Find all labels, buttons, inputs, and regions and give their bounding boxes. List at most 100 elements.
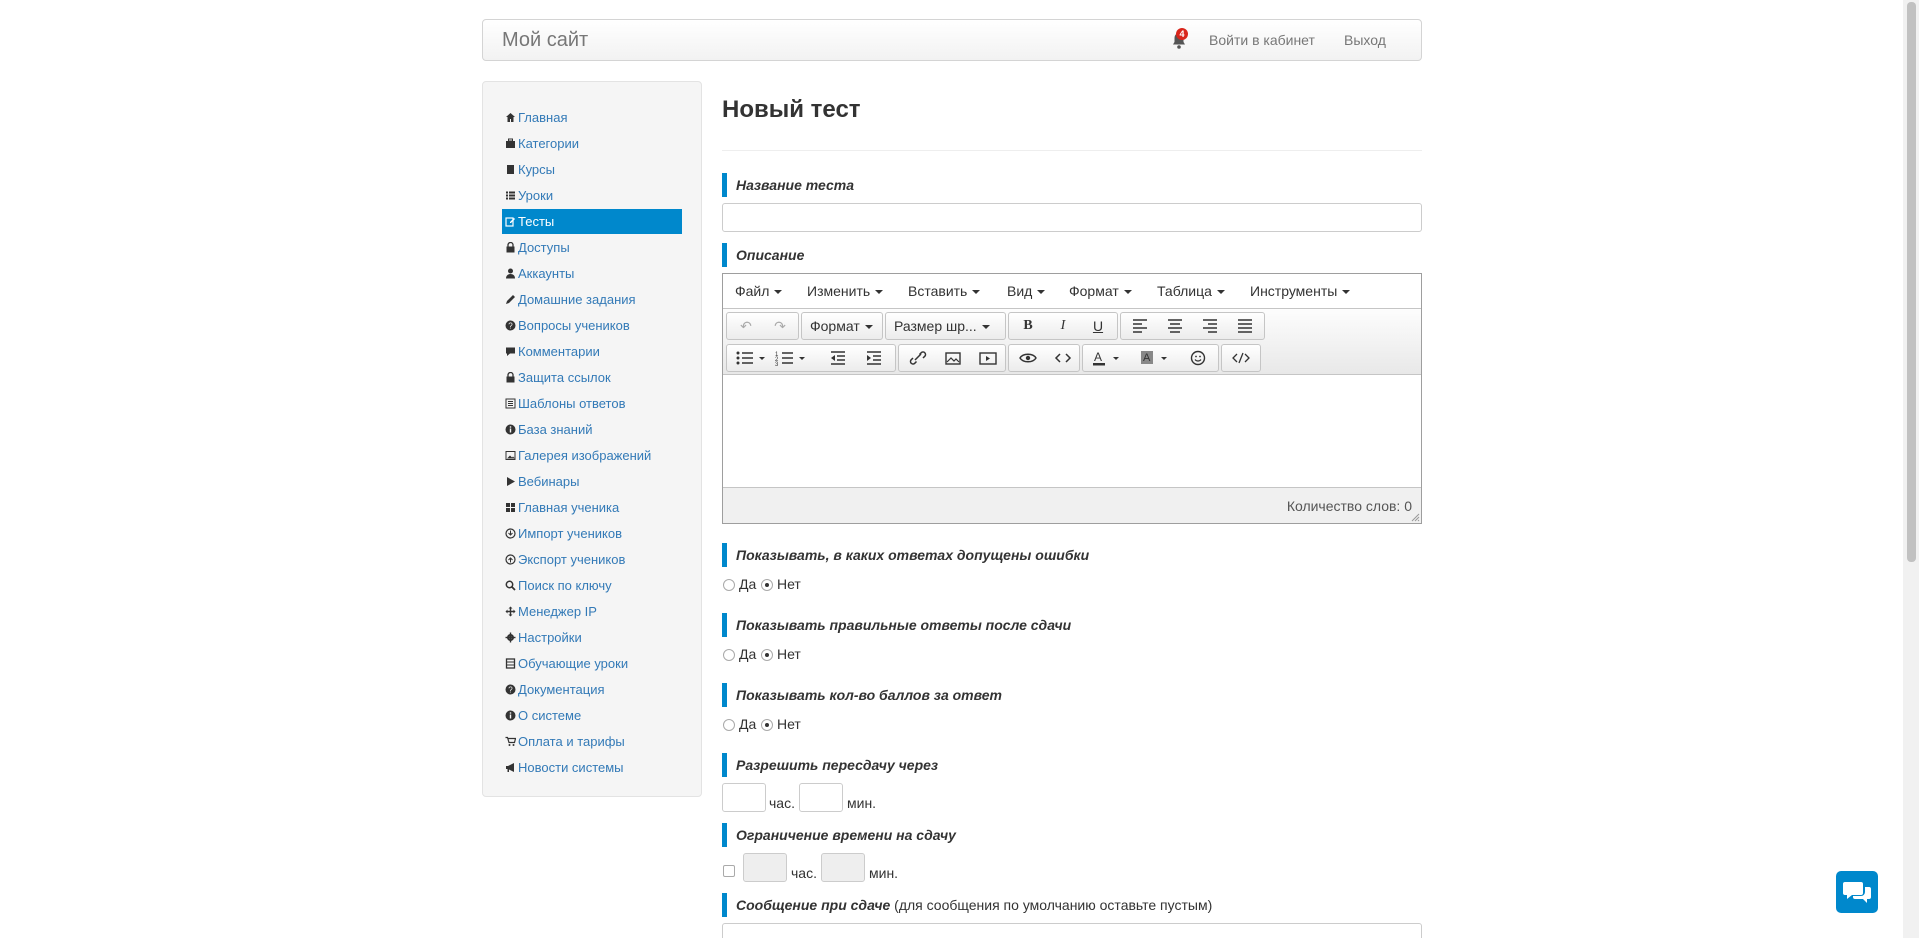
import-icon [505,528,516,539]
sidebar-item[interactable]: Защита ссылок [502,365,682,390]
bullet-list-icon[interactable] [729,346,769,370]
sidebar-item[interactable]: База знаний [502,417,682,442]
sidebar-item[interactable]: Экспорт учеников [502,547,682,572]
logout-link[interactable]: Выход [1344,32,1386,48]
editor-statusbar: Количество слов: 0 [723,487,1421,523]
image-icon[interactable] [936,346,970,370]
sidebar-item-label: Настройки [518,630,582,645]
cart-icon [505,736,516,746]
sidebar-item-label: Оплата и тарифы [518,734,625,749]
test-name-input[interactable] [722,203,1422,232]
sidebar-item-label: База знаний [518,422,593,437]
sidebar-item[interactable]: Курсы [502,157,682,182]
show-errors-label: Показывать, в каких ответах допущены оши… [722,543,1089,567]
align-justify-icon[interactable] [1228,314,1262,338]
sidebar-item[interactable]: Категории [502,131,682,156]
sidebar-item[interactable]: Вебинары [502,469,682,494]
time-limit-hours-input[interactable] [743,853,787,882]
sidebar-item-label: Защита ссылок [518,370,611,385]
caret-icon [981,325,990,330]
align-left-icon[interactable] [1123,314,1157,338]
sidebar-item[interactable]: Главная [502,105,682,130]
sidebar-item[interactable]: Настройки [502,625,682,650]
redo-icon[interactable]: ↷ [763,314,797,338]
resize-handle-icon[interactable] [1410,512,1420,522]
menu-table[interactable]: Таблица [1157,283,1225,299]
sidebar-item-label: Экспорт учеников [518,552,626,567]
login-link[interactable]: Войти в кабинет [1209,32,1315,48]
sidebar-item[interactable]: Доступы [502,235,682,260]
code-icon[interactable] [1046,346,1080,370]
info-icon [505,424,516,435]
sidebar-item[interactable]: Поиск по ключу [502,573,682,598]
sidebar-item[interactable]: Обучающие уроки [502,651,682,676]
svg-text:A: A [1094,350,1102,364]
link-icon[interactable] [901,346,935,370]
show-points-yes-radio[interactable] [723,719,735,731]
sidebar-item[interactable]: Импорт учеников [502,521,682,546]
italic-icon[interactable]: I [1046,314,1080,338]
emoticon-icon[interactable] [1181,346,1215,370]
export-icon [505,554,516,565]
background-color-icon[interactable]: A [1133,346,1173,370]
page-title: Новый тест [722,96,861,123]
align-center-icon[interactable] [1158,314,1192,338]
font-size-dropdown[interactable]: Размер шр... [885,312,1006,340]
show-correct-no-radio[interactable] [761,649,773,661]
outdent-icon[interactable] [821,346,855,370]
editor-toolbar: ↶ ↷ Формат Размер шр... B I U 1 2 3 A A [723,309,1421,375]
retake-minutes-input[interactable] [799,783,843,812]
time-limit-minutes-input[interactable] [821,853,865,882]
sidebar-item[interactable]: Уроки [502,183,682,208]
show-correct-radio-group: Да Нет [722,645,842,665]
chat-button[interactable] [1836,871,1878,913]
retake-hours-input[interactable] [722,783,766,812]
sidebar-item[interactable]: Оплата и тарифы [502,729,682,754]
submit-message-input[interactable] [722,923,1422,938]
sidebar-item[interactable]: ? Вопросы учеников [502,313,682,338]
submit-message-label: Сообщение при сдаче (для сообщения по ум… [722,893,1212,917]
site-brand[interactable]: Мой сайт [502,29,588,52]
scrollbar-thumb[interactable] [1907,2,1916,562]
menu-edit[interactable]: Изменить [807,283,883,299]
media-icon[interactable] [971,346,1005,370]
preview-icon[interactable] [1011,346,1045,370]
show-errors-no-radio[interactable] [761,579,773,591]
menu-insert[interactable]: Вставить [908,283,980,299]
pencil-icon [506,295,515,304]
sidebar-item[interactable]: Галерея изображений [502,443,682,468]
sidebar-item[interactable]: Менеджер IP [502,599,682,624]
sidebar-item[interactable]: Новости системы [502,755,682,780]
format-dropdown[interactable]: Формат [801,312,883,340]
sidebar-item[interactable]: Аккаунты [502,261,682,286]
sidebar-item[interactable]: Шаблоны ответов [502,391,682,416]
svg-text:?: ? [508,322,513,331]
menu-view[interactable]: Вид [1007,283,1045,299]
editor-content-area[interactable] [723,376,1421,486]
underline-icon[interactable]: U [1081,314,1115,338]
show-correct-yes-radio[interactable] [723,649,735,661]
menu-file[interactable]: Файл [735,283,782,299]
sidebar-item[interactable]: Главная ученика [502,495,682,520]
show-points-no-radio[interactable] [761,719,773,731]
menu-tools[interactable]: Инструменты [1250,283,1350,299]
numbered-list-icon[interactable]: 123 [770,346,810,370]
show-errors-yes-radio[interactable] [723,579,735,591]
undo-icon[interactable]: ↶ [729,314,763,338]
menu-format[interactable]: Формат [1069,283,1132,299]
svg-text:A: A [1143,352,1151,364]
align-right-icon[interactable] [1193,314,1227,338]
source-code-icon[interactable] [1224,346,1258,370]
sidebar-item[interactable]: Домашние задания [502,287,682,312]
text-color-icon[interactable]: A [1085,346,1125,370]
page-scrollbar[interactable] [1903,0,1919,938]
sidebar-item[interactable]: Комментарии [502,339,682,364]
sidebar-item[interactable]: О системе [502,703,682,728]
font-size-dropdown-text: Размер шр... [886,314,990,338]
bold-icon[interactable]: B [1011,314,1045,338]
indent-icon[interactable] [857,346,891,370]
time-limit-checkbox[interactable] [723,865,735,877]
show-points-no-label: Нет [777,716,801,732]
sidebar-item[interactable]: ? Документация [502,677,682,702]
sidebar-item[interactable]: Тесты [502,209,682,234]
